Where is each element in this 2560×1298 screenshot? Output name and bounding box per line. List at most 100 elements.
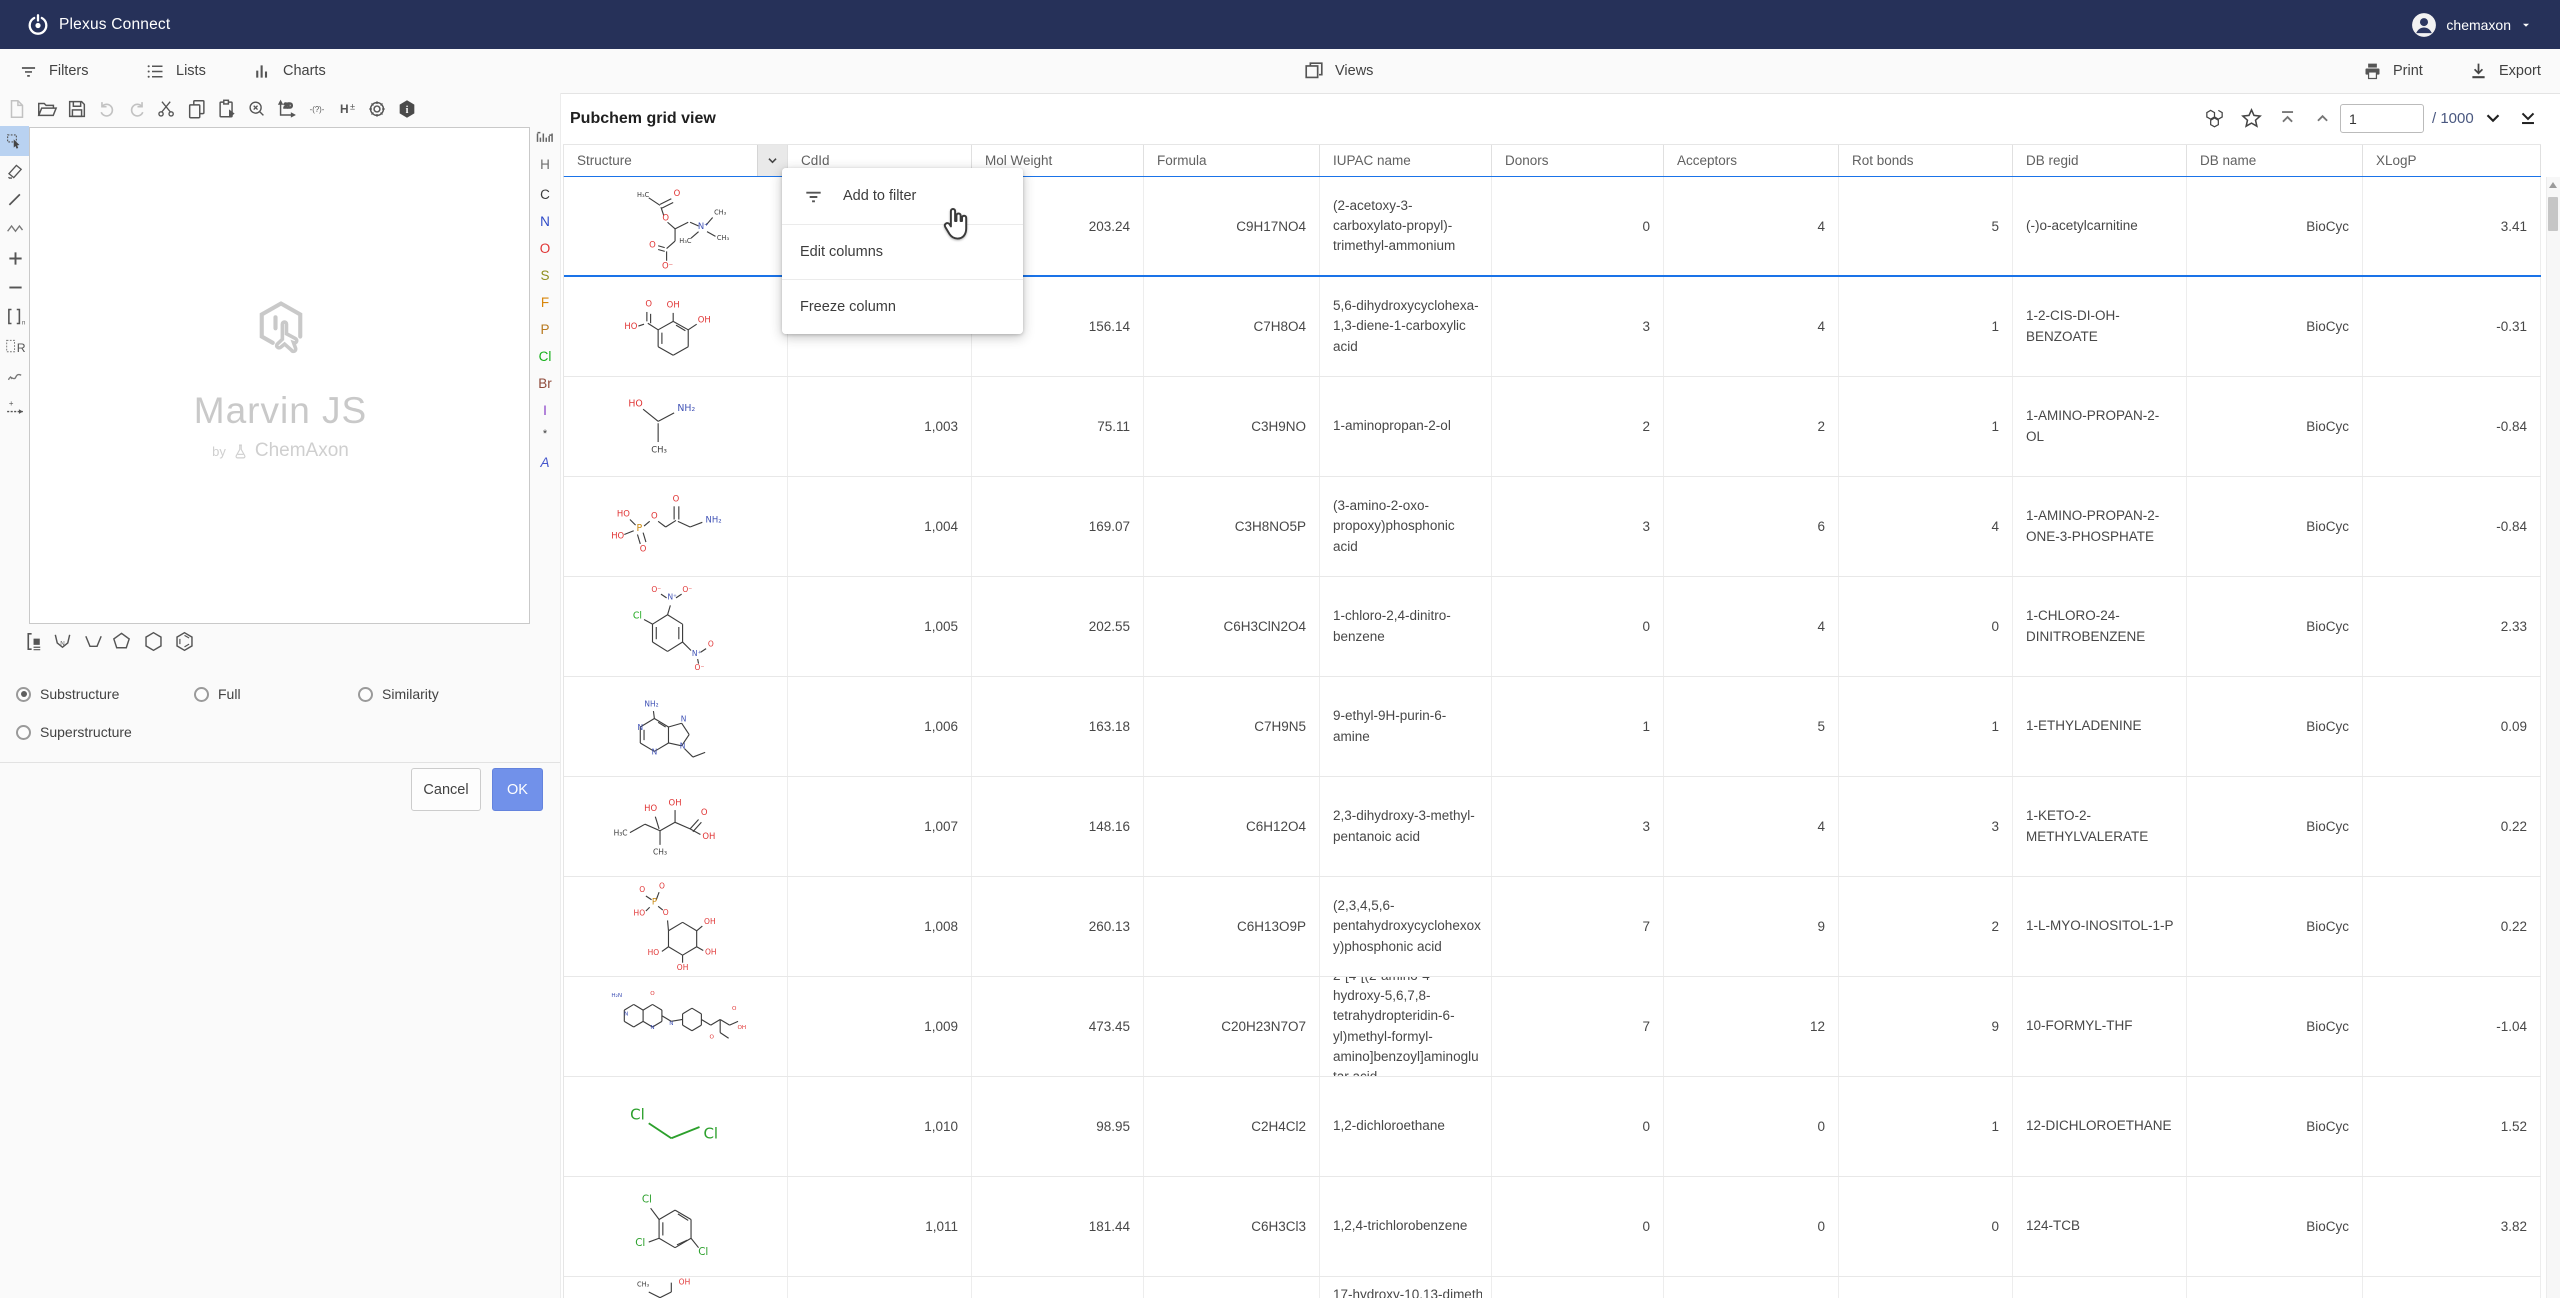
element-f[interactable]: F [530,291,560,313]
benzene-template[interactable] [173,630,196,658]
column-header-label: IUPAC name [1333,153,1411,168]
radio-substructure[interactable]: Substructure [16,686,119,702]
table-row[interactable]: OHOHOHHOOPOHOO1,008260.13C6H13O9P(2,3,4,… [564,877,2541,977]
table-row[interactable]: H₃CHOOHOOHCH₃1,007148.16C6H12O42,3-dihyd… [564,777,2541,877]
decrease-charge-tool[interactable] [3,275,27,299]
radio-full[interactable]: Full [194,686,241,702]
element-i[interactable]: I [530,399,560,421]
export-button[interactable]: Export [2468,55,2541,87]
ok-button[interactable]: OK [492,768,543,811]
cell-mol-weight: 202.55 [972,577,1144,676]
element-p[interactable]: P [530,318,560,340]
column-header-formula[interactable]: Formula [1144,145,1320,176]
sketcher-canvas[interactable]: Marvin JS by ChemAxon [29,127,530,624]
single-bond-tool[interactable] [3,188,27,212]
column-header-db-name[interactable]: DB name [2187,145,2363,176]
last-page-button[interactable] [2516,106,2540,130]
table-row[interactable]: HOHOPOOONH₂1,004169.07C3H8NO5P(3-amino-2… [564,477,2541,577]
element-c[interactable]: C [530,183,560,205]
scrollbar-thumb[interactable] [2548,197,2558,231]
views-button[interactable]: Views [1303,55,1373,87]
column-header-donors[interactable]: Donors [1492,145,1664,176]
copy-button[interactable] [182,96,212,122]
chain-tool[interactable] [3,217,27,241]
lists-button[interactable]: Lists [145,55,206,87]
table-row[interactable]: CH₃OH17-hydroxy-10,13-dimethyl- [564,1277,2541,1298]
zoom-reset-button[interactable] [242,96,272,122]
next-page-button[interactable] [2481,106,2505,130]
table-row[interactable]: NH₂NNNN1,006163.18C7H9N59-ethyl-9H-purin… [564,677,2541,777]
menu-item-edit-columns[interactable]: Edit columns [782,225,1023,280]
cut-button[interactable] [152,96,182,122]
column-header-iupac-name[interactable]: IUPAC name [1320,145,1492,176]
add-remove-hydrogens-button[interactable]: H± [332,96,362,122]
print-button[interactable]: Print [2362,55,2423,87]
column-header-acceptors[interactable]: Acceptors [1664,145,1839,176]
previous-page-button[interactable] [2311,106,2335,130]
svg-text:Cl: Cl [641,1193,651,1205]
brackets-tool[interactable]: n [3,304,27,328]
user-menu[interactable]: chemaxon [2411,0,2532,49]
element-any-atom[interactable]: * [530,423,560,445]
clean-2d-button[interactable]: 2D [272,96,302,122]
scrollbar-up-arrow[interactable] [2549,182,2557,188]
cell-xlogp: -0.84 [2363,477,2541,576]
table-row[interactable]: ClClCl1,011181.44C6H3Cl31,2,4-trichlorob… [564,1177,2541,1277]
radio-superstructure[interactable]: Superstructure [16,724,132,740]
redo-button[interactable] [122,96,152,122]
paste-button[interactable] [212,96,242,122]
cyclopentane-template[interactable] [110,630,133,658]
cell-mol-weight: 169.07 [972,477,1144,576]
cell-donors: 3 [1492,477,1664,576]
column-header-xlogp[interactable]: XLogP [2363,145,2541,176]
radio-similarity[interactable]: Similarity [358,686,439,702]
cell-iupac: 5,6-dihydroxycyclohexa-1,3-diene-1-carbo… [1320,277,1492,376]
element-a[interactable]: A [530,451,560,473]
table-row[interactable]: HONH₂CH₃1,00375.11C3H9NO1-aminopropan-2-… [564,377,2541,477]
vertical-scrollbar[interactable] [2546,177,2560,1298]
abbreviated-group[interactable] [23,630,46,658]
menu-item-freeze-column[interactable]: Freeze column [782,280,1023,334]
element-h[interactable]: H [530,153,560,175]
filters-button[interactable]: Filters [18,55,88,87]
page-input[interactable] [2340,104,2424,133]
save-button[interactable] [62,96,92,122]
eraser-tool[interactable] [3,159,27,183]
element-br[interactable]: Br [530,372,560,394]
column-header-rot-bonds[interactable]: Rot bonds [1839,145,2013,176]
table-row[interactable]: ClCl1,01098.95C2H4Cl21,2-dichloroethane0… [564,1077,2541,1177]
first-page-button[interactable] [2276,106,2300,130]
about-button[interactable]: i [392,96,422,122]
cancel-button[interactable]: Cancel [411,768,481,811]
charts-button[interactable]: Charts [252,55,326,87]
rectangle-select-tool[interactable] [3,129,27,153]
svg-text:O: O [651,510,658,520]
element-o[interactable]: O [530,237,560,259]
increase-charge-tool[interactable] [3,246,27,270]
reaction-arrow-tool[interactable]: + [3,396,27,420]
structure-display-button[interactable] [2202,106,2226,130]
column-header-db-regid[interactable]: DB regid [2013,145,2187,176]
pyrrole-template[interactable]: N [51,630,74,658]
app-logo-brand[interactable]: Plexus Connect [26,13,170,37]
query-structure-button[interactable]: -(?)- [302,96,332,122]
periodic-table-icon[interactable] [530,125,560,147]
table-row[interactable]: ClN⁺O⁻O⁻N⁺OO⁻1,005202.55C6H3ClN2O41-chlo… [564,577,2541,677]
element-cl[interactable]: Cl [530,345,560,367]
menu-item-add-to-filter[interactable]: Add to filter [782,168,1023,225]
svg-text:HO: HO [644,803,657,813]
favorite-view-button[interactable] [2239,106,2263,130]
structure-clip-tool[interactable] [3,363,27,387]
table-row[interactable]: H₂NONNNOOOH1,009473.45C20H23N7O72-[4-[(2… [564,977,2541,1077]
r-group-tool[interactable]: R [3,334,27,358]
settings-button[interactable] [362,96,392,122]
new-document-button[interactable] [2,96,32,122]
cell-formula: C9H17NO4 [1144,177,1320,275]
column-header-structure[interactable]: Structure [564,145,788,176]
open-button[interactable] [32,96,62,122]
cyclohexane-template[interactable] [142,630,165,658]
element-n[interactable]: N [530,210,560,232]
cyclopentadiene-template[interactable] [82,630,105,658]
undo-button[interactable] [92,96,122,122]
element-s[interactable]: S [530,264,560,286]
